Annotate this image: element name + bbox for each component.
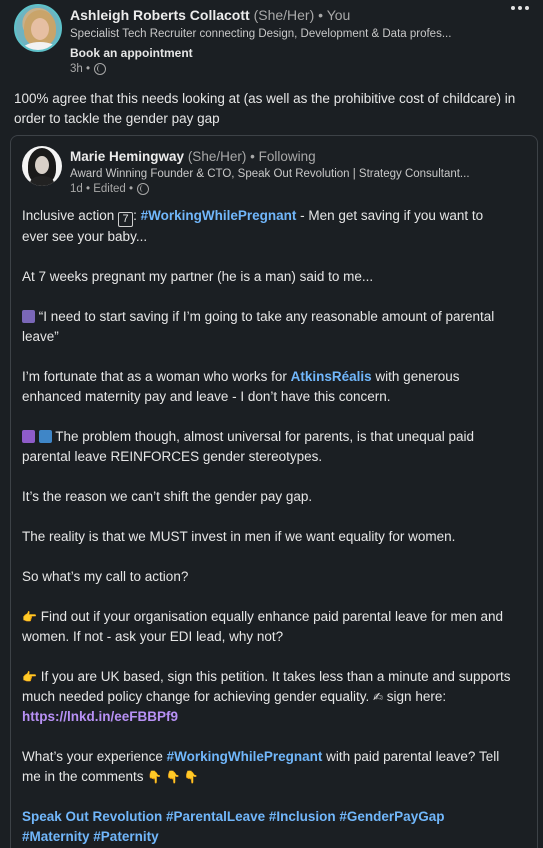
hashtag-link[interactable]: #Maternity <box>22 829 90 844</box>
paragraph: 👉 If you are UK based, sign this petitio… <box>22 667 512 727</box>
author-name[interactable]: Ashleigh Roberts Collacott <box>70 7 250 23</box>
more-options-icon[interactable] <box>511 6 529 10</box>
hashtag-link[interactable]: #GenderPayGap <box>339 809 444 824</box>
paragraph: Inclusive action 7: #WorkingWhilePregnan… <box>22 206 512 247</box>
tags-paragraph: Speak Out Revolution #ParentalLeave #Inc… <box>22 807 512 847</box>
reshared-post-card[interactable]: Marie Hemingway (She/Her) • Following Aw… <box>10 135 538 848</box>
author-avatar[interactable] <box>14 4 62 52</box>
text: The problem though, almost universal for… <box>22 429 475 464</box>
page-link[interactable]: Speak Out Revolution <box>22 809 162 824</box>
post-text: 100% agree that this needs looking at (a… <box>14 91 516 126</box>
paragraph: At 7 weeks pregnant my partner (he is a … <box>22 269 374 284</box>
paragraph: So what’s my call to action? <box>22 569 189 584</box>
mens-room-icon <box>38 430 52 443</box>
post-meta: 3h • <box>70 63 107 75</box>
text: I’m fortunate that as a woman who works … <box>22 369 291 384</box>
hashtag-link[interactable]: #ParentalLeave <box>166 809 265 824</box>
paragraph: What’s your experience #WorkingWhilePreg… <box>22 747 512 787</box>
reshare-meta: 1d • Edited • <box>70 183 150 195</box>
paragraph: 👉 Find out if your organisation equally … <box>22 607 512 647</box>
pointing-right-icon: 👉 <box>22 670 37 684</box>
post-author-header: Ashleigh Roberts Collacott (She/Her) • Y… <box>14 4 543 82</box>
reshare-author-name-line[interactable]: Marie Hemingway (She/Her) • Following <box>70 149 316 164</box>
womens-room-icon <box>22 430 35 443</box>
reshare-author-pronouns: (She/Her) <box>187 149 247 164</box>
pointing-down-icon: 👇 👇 👇 <box>147 770 199 784</box>
author-name-line[interactable]: Ashleigh Roberts Collacott (She/Her) • Y… <box>70 7 350 23</box>
reshare-body: Inclusive action 7: #WorkingWhilePregnan… <box>22 206 512 848</box>
book-appointment-link[interactable]: Book an appointment <box>70 46 193 60</box>
text: Find out if your organisation equally en… <box>22 609 504 644</box>
reshare-author-headline: Award Winning Founder & CTO, Speak Out R… <box>70 168 470 180</box>
text: : <box>133 208 141 223</box>
reshare-author-name[interactable]: Marie Hemingway <box>70 149 184 164</box>
text: Inclusive action <box>22 208 119 223</box>
text: “I need to start saving if I’m going to … <box>22 309 495 344</box>
keycap-seven-icon: 7 <box>118 212 134 227</box>
paragraph: “I need to start saving if I’m going to … <box>22 307 512 347</box>
reshare-time: 1d • Edited • <box>70 183 134 195</box>
post-time: 3h • <box>70 63 91 75</box>
paragraph: I’m fortunate that as a woman who works … <box>22 367 512 407</box>
man-woman-icon <box>22 310 35 323</box>
author-pronouns: (She/Her) <box>253 7 315 23</box>
globe-icon <box>94 63 107 75</box>
paragraph: It’s the reason we can’t shift the gende… <box>22 489 313 504</box>
text: sign here: <box>383 689 447 704</box>
reshare-author-relation: • Following <box>250 149 316 164</box>
reshare-author-avatar[interactable] <box>22 146 62 186</box>
feed-post: Ashleigh Roberts Collacott (She/Her) • Y… <box>0 0 543 848</box>
globe-icon <box>137 183 150 195</box>
hashtag-link[interactable]: #Inclusion <box>269 809 336 824</box>
paragraph: The problem though, almost universal for… <box>22 427 512 467</box>
hashtag-link[interactable]: #WorkingWhilePregnant <box>167 749 323 764</box>
petition-link[interactable]: https://lnkd.in/eeFBBPf9 <box>22 709 178 724</box>
text: What’s your experience <box>22 749 167 764</box>
author-relation: • You <box>318 7 351 23</box>
author-headline: Specialist Tech Recruiter connecting Des… <box>70 28 452 40</box>
hashtag-link[interactable]: #Paternity <box>93 829 158 844</box>
writing-hand-icon: ✍ <box>372 690 384 704</box>
hashtag-link[interactable]: #WorkingWhilePregnant <box>141 208 297 223</box>
company-link[interactable]: AtkinsRéalis <box>291 369 372 384</box>
pointing-right-icon: 👉 <box>22 610 37 624</box>
paragraph: The reality is that we MUST invest in me… <box>22 529 456 544</box>
